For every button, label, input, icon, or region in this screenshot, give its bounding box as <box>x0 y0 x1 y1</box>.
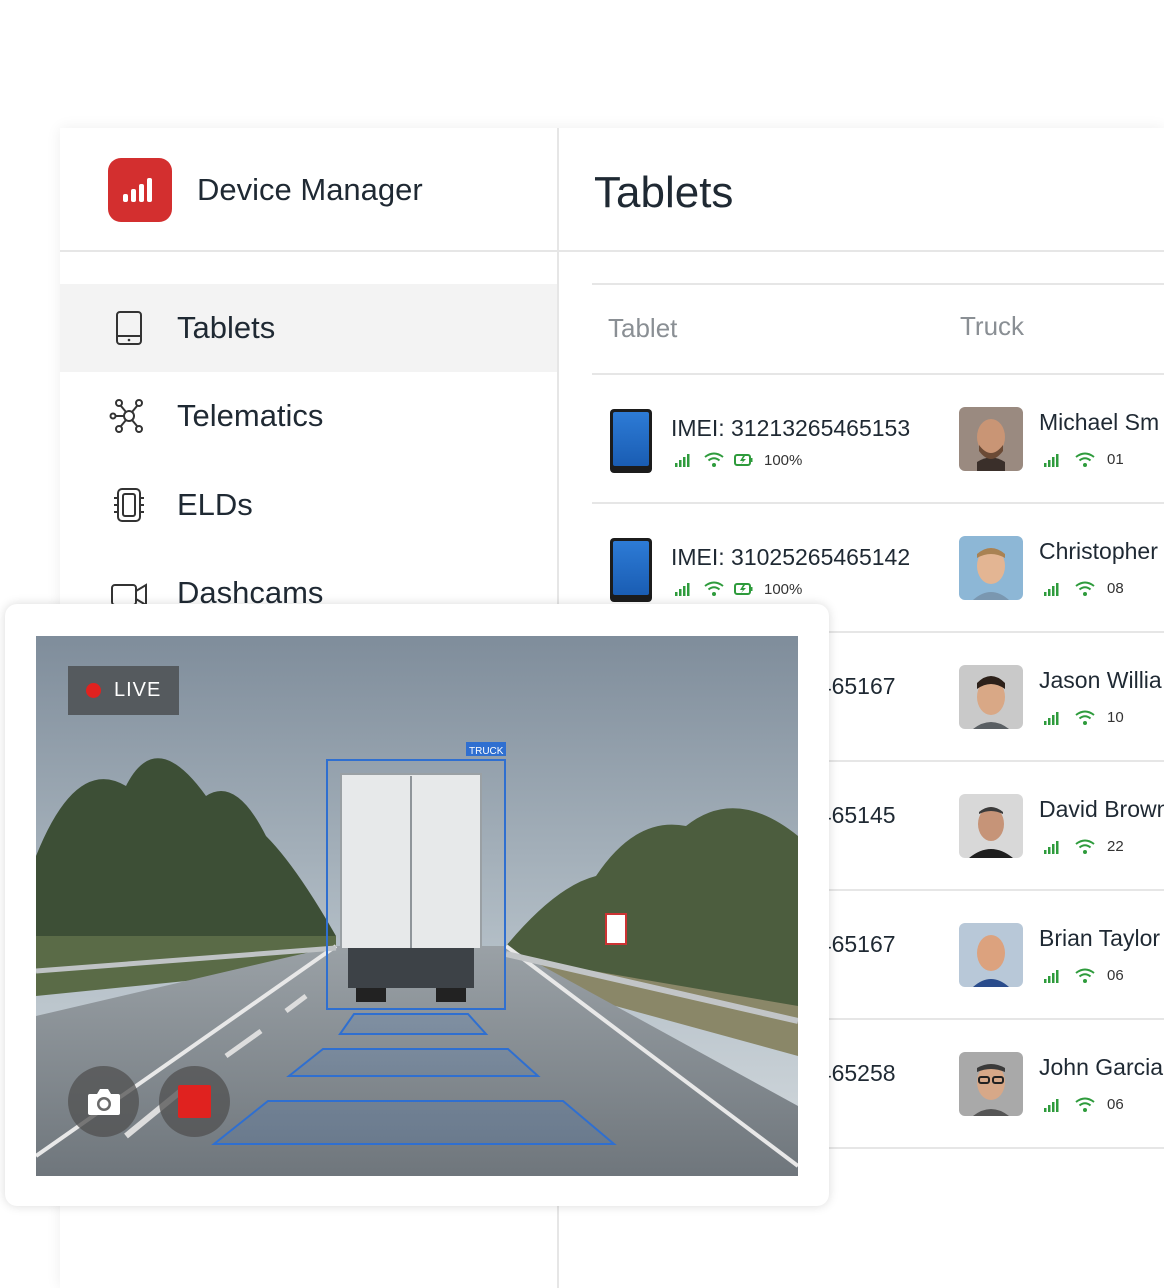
recording-dot-icon <box>86 683 101 698</box>
tablet-status: 100% <box>674 451 802 469</box>
truck-number: 10 <box>1107 709 1124 726</box>
app-logo-icon <box>108 158 172 222</box>
live-indicator: LIVE <box>68 666 179 715</box>
sidebar-item-elds[interactable]: ELDs <box>60 461 557 549</box>
tablet-status: 100% <box>674 580 802 598</box>
truck-status: 10 <box>1043 709 1124 726</box>
wifi-icon <box>1075 839 1095 854</box>
signal-icon <box>1044 1098 1059 1112</box>
signal-icon <box>1044 840 1059 854</box>
wifi-icon <box>1075 968 1095 983</box>
tablet-icon <box>116 311 142 345</box>
dashcam-live-card: TRUCK LIVE <box>5 604 829 1206</box>
detection-label: TRUCK <box>469 746 504 757</box>
truck-number: 22 <box>1107 838 1124 855</box>
driver-name: Christopher <box>1039 538 1158 564</box>
camera-snapshot-icon <box>88 1089 120 1115</box>
column-header-tablet[interactable]: Tablet <box>608 313 677 344</box>
wifi-icon <box>1075 581 1095 596</box>
driver-name: Brian Taylor <box>1039 925 1161 951</box>
wifi-icon <box>1075 452 1095 467</box>
avatar <box>959 1052 1023 1116</box>
snapshot-button[interactable] <box>68 1066 139 1137</box>
truck-number: 01 <box>1107 451 1124 468</box>
wifi-icon <box>704 452 724 467</box>
sidebar-item-telematics[interactable]: Telematics <box>60 372 557 460</box>
imei-text: IMEI: 31025265465142 <box>671 544 911 570</box>
driver-name: Michael Sm <box>1039 409 1160 435</box>
page-title: Tablets <box>594 168 734 217</box>
imei-text: IMEI: 31213265465153 <box>671 415 911 441</box>
avatar <box>959 407 1023 471</box>
network-icon <box>109 399 143 433</box>
stop-icon <box>178 1085 211 1118</box>
avatar <box>959 665 1023 729</box>
app-title: Device Manager <box>197 172 423 207</box>
signal-icon <box>1044 711 1059 725</box>
signal-icon <box>1044 582 1059 596</box>
truck-number: 08 <box>1107 580 1124 597</box>
wifi-icon <box>1075 710 1095 725</box>
driver-name: John Garcia <box>1039 1054 1164 1080</box>
wifi-icon <box>704 581 724 596</box>
battery-level: 100% <box>764 580 803 598</box>
truck-number: 06 <box>1107 1096 1124 1113</box>
table-header: Tablet Truck <box>592 285 1164 375</box>
sidebar-item-tablets[interactable]: Tablets <box>60 284 557 372</box>
column-header-truck[interactable]: Truck <box>960 311 1024 342</box>
truck-status: 06 <box>1043 1096 1124 1113</box>
driver-name: David Brown <box>1039 796 1164 822</box>
sidebar-item-label: ELDs <box>177 487 253 522</box>
truck-status: 01 <box>1043 451 1124 468</box>
truck-number: 06 <box>1107 967 1124 984</box>
avatar <box>959 536 1023 600</box>
truck-status: 08 <box>1043 580 1124 597</box>
signal-icon <box>1044 969 1059 983</box>
live-label: LIVE <box>114 679 162 701</box>
signal-icon <box>1044 453 1059 467</box>
table-row[interactable]: IMEI: 31213265465153 100% Michael Sm 01 <box>592 375 1164 504</box>
avatar <box>959 794 1023 858</box>
tablet-device-icon <box>610 538 652 602</box>
dashcam-video-feed[interactable]: TRUCK LIVE <box>36 636 798 1176</box>
tablet-device-icon <box>610 409 652 473</box>
battery-charging-icon <box>734 583 753 595</box>
brand-header: Device Manager <box>60 128 557 252</box>
stop-recording-button[interactable] <box>159 1066 230 1137</box>
driver-name: Jason Willia <box>1039 667 1162 693</box>
battery-level: 100% <box>764 451 803 469</box>
road-scene-image: TRUCK <box>36 636 798 1176</box>
sidebar-item-label: Tablets <box>177 310 276 345</box>
battery-charging-icon <box>734 454 753 466</box>
sidebar-item-label: Telematics <box>177 398 324 433</box>
signal-icon <box>675 583 690 596</box>
main-header: Tablets <box>559 128 1164 252</box>
signal-icon <box>675 454 690 467</box>
avatar <box>959 923 1023 987</box>
truck-status: 06 <box>1043 967 1124 984</box>
wifi-icon <box>1075 1097 1095 1112</box>
chip-icon <box>114 488 144 522</box>
truck-status: 22 <box>1043 838 1124 855</box>
